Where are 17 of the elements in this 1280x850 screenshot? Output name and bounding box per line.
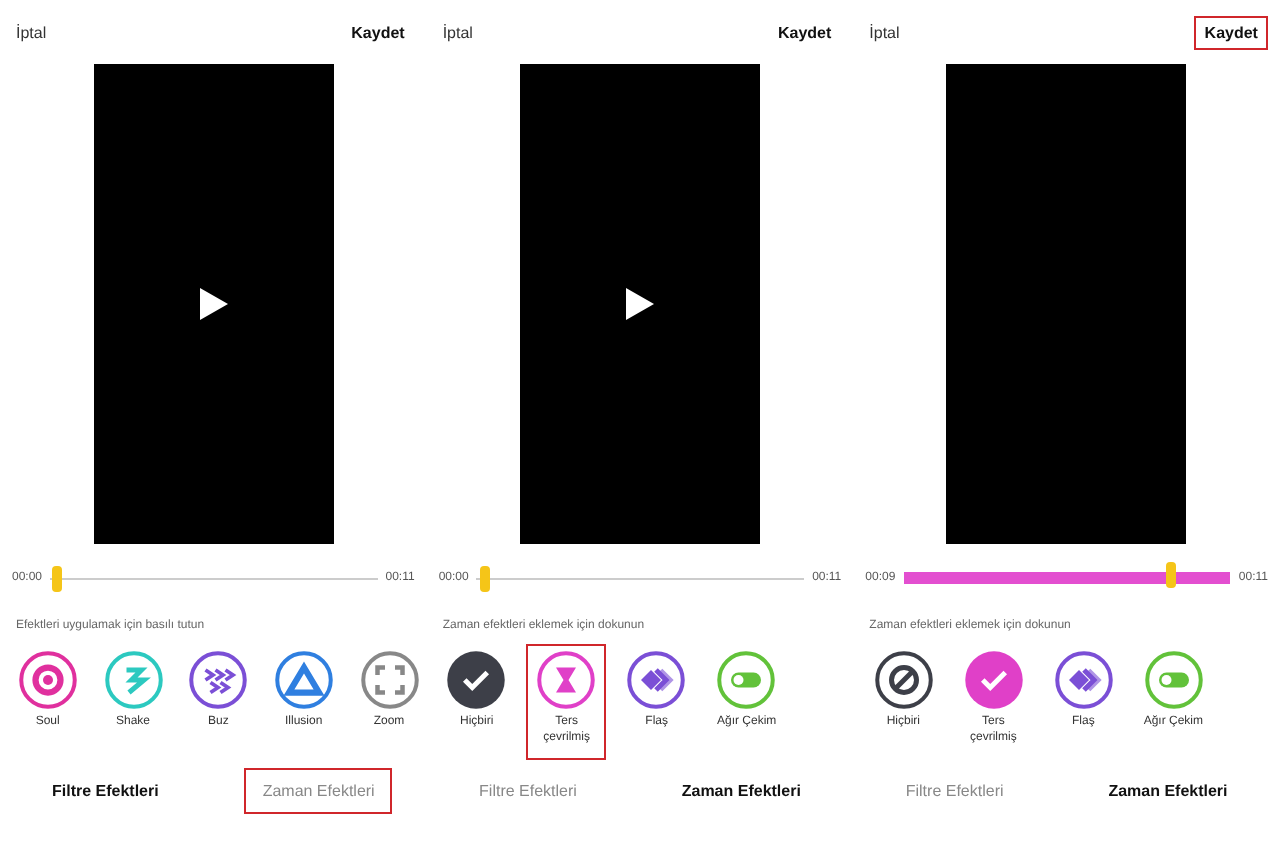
save-button[interactable]: Kaydet (767, 15, 842, 49)
effects-tab[interactable]: Filtre Efektleri (33, 768, 177, 814)
timeline-handle[interactable] (1166, 562, 1177, 588)
save-button[interactable]: Kaydet (1194, 15, 1268, 49)
cancel-link[interactable]: İptal (16, 23, 47, 41)
timeline-handle[interactable] (479, 565, 490, 591)
effects-tab[interactable]: Zaman Efektleri (663, 768, 819, 814)
play-icon[interactable] (197, 286, 230, 322)
timeline-handle[interactable] (52, 565, 63, 591)
effects-tab[interactable]: Filtre Efektleri (461, 768, 595, 814)
effects-tab[interactable]: Zaman Efektleri (1090, 768, 1246, 814)
effects-tab[interactable]: Zaman Efektleri (244, 768, 393, 814)
cancel-link[interactable]: İptal (442, 23, 473, 41)
play-icon[interactable] (623, 286, 656, 322)
save-button[interactable]: Kaydet (341, 15, 415, 49)
effects-tab[interactable]: Filtre Efektleri (887, 768, 1022, 814)
cancel-link[interactable]: İptal (869, 23, 900, 41)
